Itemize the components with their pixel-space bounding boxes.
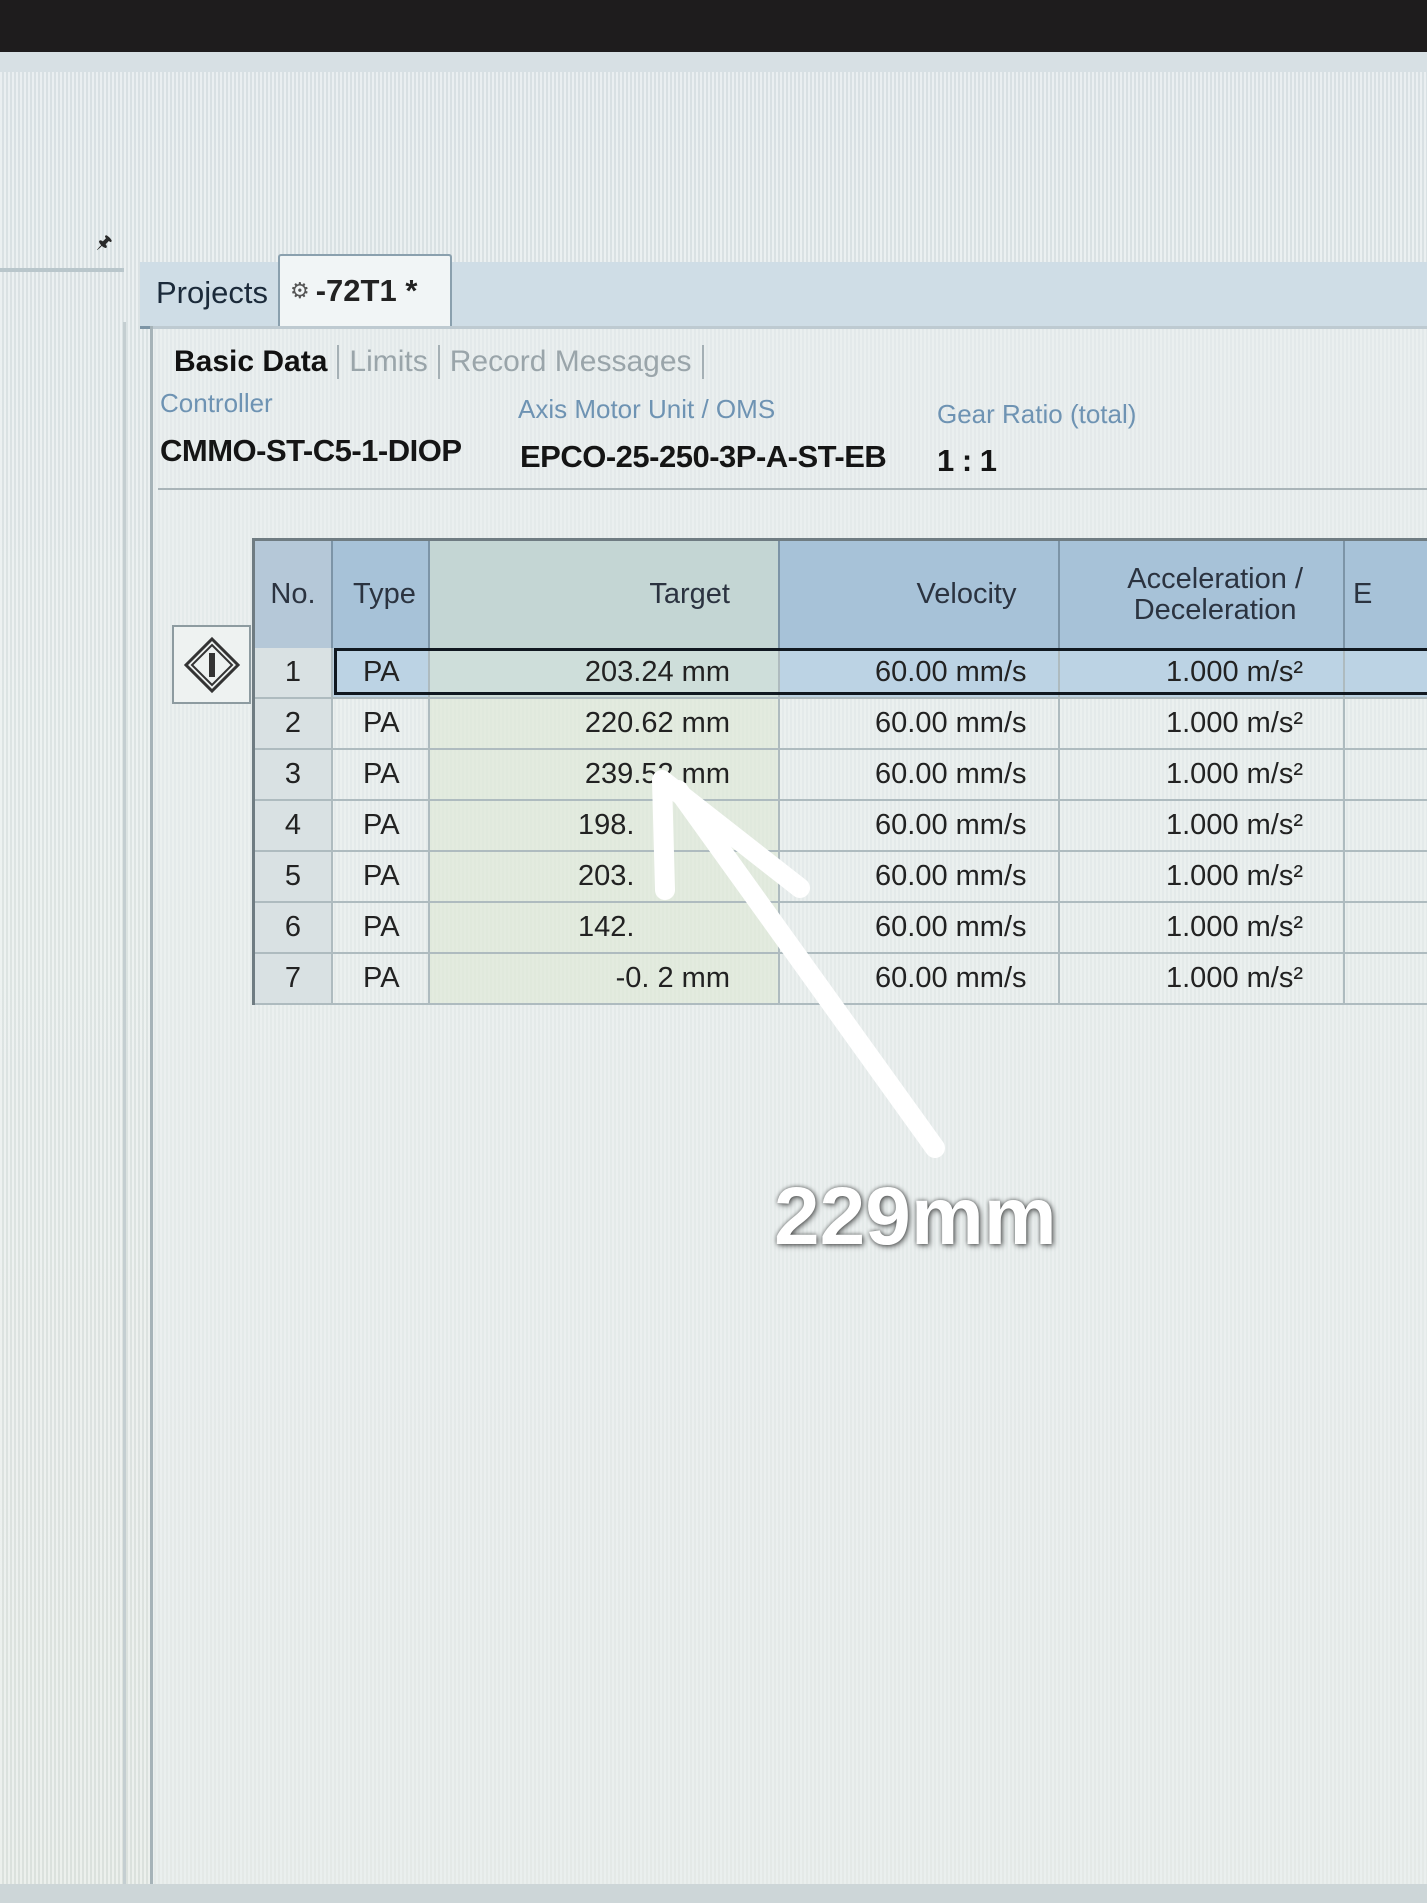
cell-type[interactable]: PA	[333, 801, 430, 850]
cell-target[interactable]: 203.	[430, 852, 780, 901]
cell-extra[interactable]	[1345, 852, 1427, 901]
header-acc-line1: Acceleration /	[1127, 563, 1303, 596]
cell-extra[interactable]	[1345, 648, 1427, 697]
cell-no: 5	[255, 852, 333, 901]
cell-acceleration[interactable]: 1.000 m/s²	[1060, 903, 1345, 952]
cell-type[interactable]: PA	[333, 954, 430, 1003]
subtab-limits[interactable]: Limits	[339, 345, 440, 379]
cell-extra[interactable]	[1345, 801, 1427, 850]
cell-no: 6	[255, 903, 333, 952]
cell-type[interactable]: PA	[333, 750, 430, 799]
header-velocity[interactable]: Velocity	[780, 541, 1060, 648]
bottom-bar	[0, 1884, 1427, 1903]
cell-acceleration[interactable]: 1.000 m/s²	[1060, 954, 1345, 1003]
cell-target[interactable]: 203.24 mm	[430, 648, 780, 697]
cell-target[interactable]: 239.52 mm	[430, 750, 780, 799]
header-target[interactable]: Target	[430, 541, 780, 648]
cell-no: 2	[255, 699, 333, 748]
diamond-record-icon	[183, 636, 240, 693]
cell-velocity[interactable]: 60.00 mm/s	[780, 648, 1060, 697]
table-row[interactable]: 4 PA 198. 60.00 mm/s 1.000 m/s²	[255, 801, 1427, 852]
table-row[interactable]: 7 PA -0. 2 mm 60.00 mm/s 1.000 m/s²	[255, 954, 1427, 1005]
table-row[interactable]: 6 PA 142. 60.00 mm/s 1.000 m/s²	[255, 903, 1427, 954]
subtab-bar: Basic Data Limits Record Messages	[172, 340, 704, 384]
header-extra[interactable]: E	[1345, 541, 1427, 648]
cell-type[interactable]: PA	[333, 699, 430, 748]
record-indicator-button[interactable]	[172, 625, 251, 704]
cell-no: 7	[255, 954, 333, 1003]
table-row[interactable]: 1 PA 203.24 mm 60.00 mm/s 1.000 m/s²	[255, 648, 1427, 699]
left-panel-header-line	[0, 268, 124, 272]
axis-motor-label: Axis Motor Unit / OMS	[518, 394, 776, 424]
cell-target[interactable]: 142.	[430, 903, 780, 952]
subtab-record-messages[interactable]: Record Messages	[440, 345, 704, 379]
table-row[interactable]: 5 PA 203. 60.00 mm/s 1.000 m/s²	[255, 852, 1427, 903]
cell-extra[interactable]	[1345, 954, 1427, 1003]
table-header-row: No. Type Target Velocity Acceleration / …	[255, 541, 1427, 648]
cell-target[interactable]: -0. 2 mm	[430, 954, 780, 1003]
window-top-strip	[0, 52, 1427, 72]
cell-type[interactable]: PA	[333, 903, 430, 952]
header-acc-line2: Deceleration	[1133, 593, 1297, 626]
cell-velocity[interactable]: 60.00 mm/s	[780, 954, 1060, 1003]
cell-velocity[interactable]: 60.00 mm/s	[780, 699, 1060, 748]
cell-no: 1	[255, 648, 333, 697]
pin-icon[interactable]: 🖈︎	[96, 230, 113, 260]
record-table: No. Type Target Velocity Acceleration / …	[252, 538, 1427, 1005]
tab-device-label: -72T1 *	[315, 273, 418, 308]
cell-acceleration[interactable]: 1.000 m/s²	[1060, 699, 1345, 748]
cell-extra[interactable]	[1345, 699, 1427, 748]
cell-no: 4	[255, 801, 333, 850]
cell-velocity[interactable]: 60.00 mm/s	[780, 750, 1060, 799]
controller-value: CMMO-ST-C5-1-DIOP	[160, 433, 462, 468]
panel-splitter[interactable]	[123, 322, 126, 1903]
cell-target[interactable]: 220.62 mm	[430, 699, 780, 748]
table-row[interactable]: 3 PA 239.52 mm 60.00 mm/s 1.000 m/s²	[255, 750, 1427, 801]
gear-ratio-value: 1 : 1	[937, 443, 997, 478]
info-divider	[158, 488, 1427, 490]
gear-ratio-label: Gear Ratio (total)	[937, 399, 1137, 429]
document-tab-strip: Projects ⚙ -72T1 *	[140, 254, 1427, 329]
cell-velocity[interactable]: 60.00 mm/s	[780, 801, 1060, 850]
cell-velocity[interactable]: 60.00 mm/s	[780, 903, 1060, 952]
table-row[interactable]: 2 PA 220.62 mm 60.00 mm/s 1.000 m/s²	[255, 699, 1427, 750]
tab-projects-label: Projects	[156, 275, 268, 310]
subtab-basic-data[interactable]: Basic Data	[172, 345, 340, 379]
axis-motor-value: EPCO-25-250-3P-A-ST-EB	[520, 439, 887, 474]
controller-label: Controller	[160, 388, 273, 418]
cell-target[interactable]: 198.	[430, 801, 780, 850]
cell-acceleration[interactable]: 1.000 m/s²	[1060, 750, 1345, 799]
cell-extra[interactable]	[1345, 903, 1427, 952]
cell-type[interactable]: PA	[333, 648, 430, 697]
cell-no: 3	[255, 750, 333, 799]
tab-device[interactable]: ⚙ -72T1 *	[278, 254, 452, 326]
cell-acceleration[interactable]: 1.000 m/s²	[1060, 648, 1345, 697]
cell-acceleration[interactable]: 1.000 m/s²	[1060, 852, 1345, 901]
cell-type[interactable]: PA	[333, 852, 430, 901]
tab-projects[interactable]: Projects	[150, 262, 280, 324]
header-type[interactable]: Type	[333, 541, 430, 648]
cell-acceleration[interactable]: 1.000 m/s²	[1060, 801, 1345, 850]
cell-extra[interactable]	[1345, 750, 1427, 799]
device-icon: ⚙	[290, 278, 310, 304]
cell-velocity[interactable]: 60.00 mm/s	[780, 852, 1060, 901]
header-no[interactable]: No.	[255, 541, 333, 648]
annotation-label: 229mm	[774, 1171, 1057, 1262]
header-acceleration[interactable]: Acceleration / Deceleration	[1060, 541, 1345, 648]
